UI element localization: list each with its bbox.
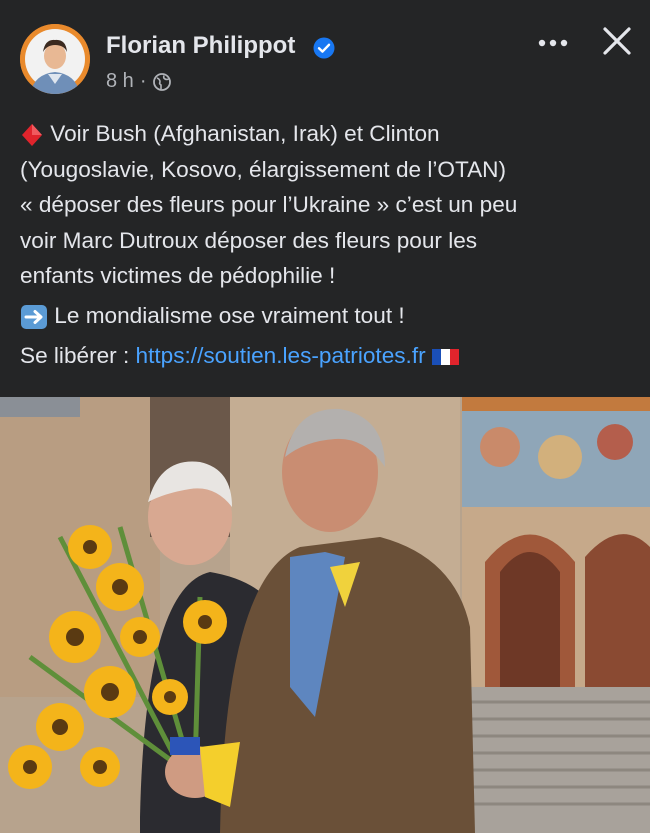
avatar[interactable] [20,24,90,94]
post-time[interactable]: 8 h [106,70,134,93]
post-line-6: Le mondialisme ose vraiment tout ! [54,302,405,328]
post-line-7-prefix: Se libérer : [20,342,130,368]
post-line-5: enfants victimes de pédophilie ! [20,263,336,289]
verified-badge-icon [313,37,335,59]
post-line-2: (Yougoslavie, Kosovo, élargissement de l… [20,156,506,182]
author-name[interactable]: Florian Philippot [106,32,295,60]
meta-separator: · [139,70,147,92]
right-arrow-emoji [21,305,47,329]
post-line-1: Voir Bush (Afghanistan, Irak) et Clinton [50,121,440,146]
french-flag-emoji [431,348,459,365]
post-text: Voir Bush (Afghanistan, Irak) et Clinton… [20,116,635,373]
globe-icon[interactable] [152,72,172,92]
photo-image [0,397,650,833]
post-link[interactable]: https://soutien.les-patriotes.fr [136,343,426,368]
close-icon[interactable] [597,24,637,60]
post-paragraph-2: Le mondialisme ose vraiment tout ! [20,298,635,334]
post-line-4: voir Marc Dutroux déposer des fleurs pou… [20,227,478,253]
post-photo[interactable] [0,397,650,833]
post-paragraph-3: Se libérer : https://soutien.les-patriot… [20,338,635,374]
red-diamond-emoji [22,124,42,147]
post-line-3: « déposer des fleurs pour l’Ukraine » c’… [20,192,518,218]
avatar-image [20,24,90,94]
post-header: Florian Philippot 8 h · [0,0,650,110]
post-meta: 8 h · [106,70,172,93]
post-paragraph-1: Voir Bush (Afghanistan, Irak) et Clinton… [20,116,635,294]
more-options-icon[interactable] [533,28,573,58]
